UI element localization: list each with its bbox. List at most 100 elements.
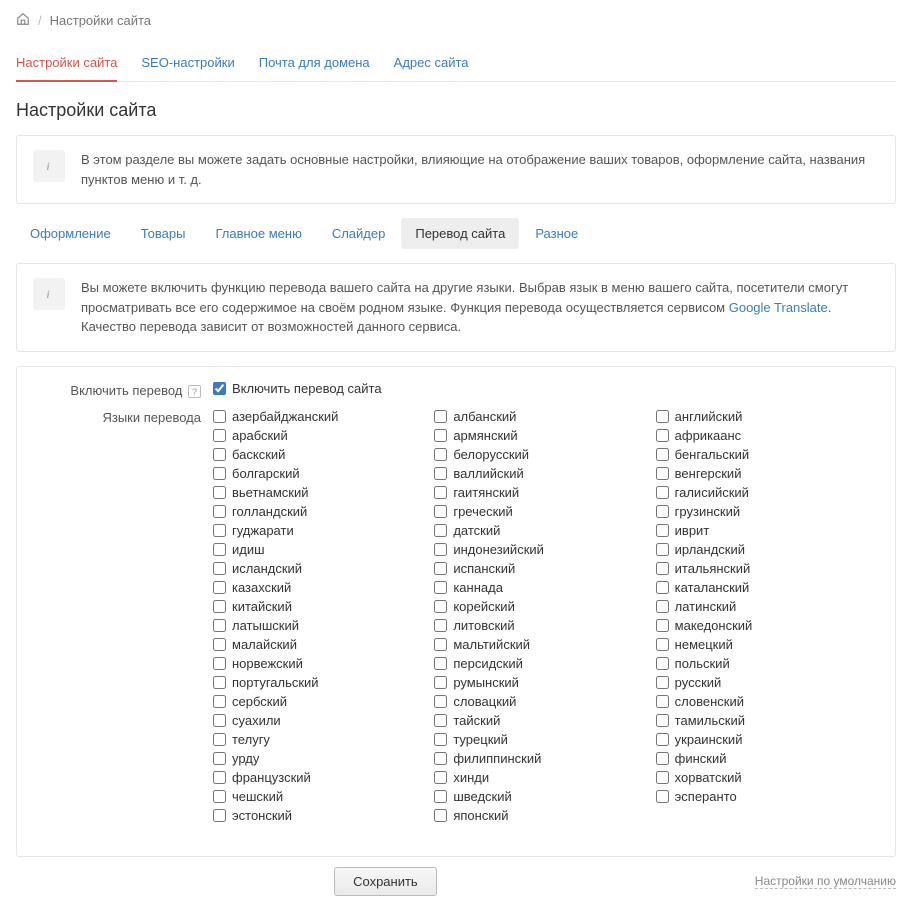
language-checkbox[interactable] [213,714,226,727]
save-button[interactable]: Сохранить [334,867,437,896]
secondary-tab-5[interactable]: Разное [521,218,592,249]
language-checkbox[interactable] [656,486,669,499]
language-checkbox[interactable] [213,486,226,499]
language-item[interactable]: финский [656,750,853,767]
language-checkbox[interactable] [213,657,226,670]
language-checkbox[interactable] [434,410,447,423]
language-checkbox[interactable] [434,714,447,727]
language-item[interactable]: азербайджанский [213,408,410,425]
language-item[interactable]: японский [434,807,631,824]
language-item[interactable]: баскский [213,446,410,463]
language-item[interactable]: чешский [213,788,410,805]
language-checkbox[interactable] [434,562,447,575]
language-checkbox[interactable] [213,467,226,480]
defaults-link[interactable]: Настройки по умолчанию [755,874,896,889]
language-item[interactable]: суахили [213,712,410,729]
language-checkbox[interactable] [434,733,447,746]
language-item[interactable]: украинский [656,731,853,748]
language-item[interactable]: малайский [213,636,410,653]
language-checkbox[interactable] [434,543,447,556]
language-item[interactable]: испанский [434,560,631,577]
language-checkbox[interactable] [434,486,447,499]
language-checkbox[interactable] [213,733,226,746]
language-item[interactable]: африкаанс [656,427,853,444]
language-checkbox[interactable] [213,581,226,594]
language-checkbox[interactable] [656,771,669,784]
language-item[interactable]: исландский [213,560,410,577]
language-checkbox[interactable] [213,524,226,537]
language-checkbox[interactable] [213,809,226,822]
language-item[interactable]: сербский [213,693,410,710]
language-item[interactable]: тайский [434,712,631,729]
home-icon[interactable] [16,12,30,29]
language-item[interactable]: датский [434,522,631,539]
language-checkbox[interactable] [213,752,226,765]
language-item[interactable]: английский [656,408,853,425]
language-item[interactable]: латышский [213,617,410,634]
secondary-tab-1[interactable]: Товары [127,218,200,249]
language-checkbox[interactable] [434,448,447,461]
language-checkbox[interactable] [213,790,226,803]
language-item[interactable]: индонезийский [434,541,631,558]
help-icon[interactable]: ? [188,385,201,398]
language-item[interactable]: эстонский [213,807,410,824]
language-item[interactable]: бенгальский [656,446,853,463]
language-checkbox[interactable] [656,638,669,651]
language-item[interactable]: македонский [656,617,853,634]
language-item[interactable]: румынский [434,674,631,691]
language-checkbox[interactable] [656,600,669,613]
language-checkbox[interactable] [656,410,669,423]
language-item[interactable]: албанский [434,408,631,425]
language-item[interactable]: болгарский [213,465,410,482]
language-item[interactable]: галисийский [656,484,853,501]
language-item[interactable]: иврит [656,522,853,539]
language-item[interactable]: китайский [213,598,410,615]
language-item[interactable]: хорватский [656,769,853,786]
language-checkbox[interactable] [213,619,226,632]
language-checkbox[interactable] [434,657,447,670]
language-checkbox[interactable] [656,790,669,803]
language-item[interactable]: мальтийский [434,636,631,653]
language-item[interactable]: тамильский [656,712,853,729]
language-checkbox[interactable] [434,638,447,651]
language-checkbox[interactable] [213,543,226,556]
language-item[interactable]: корейский [434,598,631,615]
language-checkbox[interactable] [656,562,669,575]
language-item[interactable]: венгерский [656,465,853,482]
language-checkbox[interactable] [656,505,669,518]
language-item[interactable]: латинский [656,598,853,615]
primary-tab-0[interactable]: Настройки сайта [16,49,117,82]
language-item[interactable]: персидский [434,655,631,672]
language-checkbox[interactable] [656,543,669,556]
language-checkbox[interactable] [434,524,447,537]
language-item[interactable]: каннада [434,579,631,596]
language-item[interactable]: валлийский [434,465,631,482]
language-item[interactable]: португальский [213,674,410,691]
language-checkbox[interactable] [656,752,669,765]
language-checkbox[interactable] [656,467,669,480]
language-checkbox[interactable] [434,809,447,822]
language-checkbox[interactable] [434,429,447,442]
language-item[interactable]: эсперанто [656,788,853,805]
language-checkbox[interactable] [434,752,447,765]
language-item[interactable]: идиш [213,541,410,558]
language-item[interactable]: русский [656,674,853,691]
language-item[interactable]: арабский [213,427,410,444]
secondary-tab-4[interactable]: Перевод сайта [401,218,519,249]
language-item[interactable]: голландский [213,503,410,520]
language-item[interactable]: филиппинский [434,750,631,767]
language-item[interactable]: турецкий [434,731,631,748]
language-checkbox[interactable] [434,695,447,708]
language-checkbox[interactable] [213,505,226,518]
language-checkbox[interactable] [434,619,447,632]
language-item[interactable]: казахский [213,579,410,596]
language-checkbox[interactable] [656,619,669,632]
secondary-tab-0[interactable]: Оформление [16,218,125,249]
language-checkbox[interactable] [434,467,447,480]
language-checkbox[interactable] [656,524,669,537]
primary-tab-2[interactable]: Почта для домена [259,49,370,82]
language-checkbox[interactable] [213,638,226,651]
language-checkbox[interactable] [434,581,447,594]
language-item[interactable]: немецкий [656,636,853,653]
language-item[interactable]: белорусский [434,446,631,463]
